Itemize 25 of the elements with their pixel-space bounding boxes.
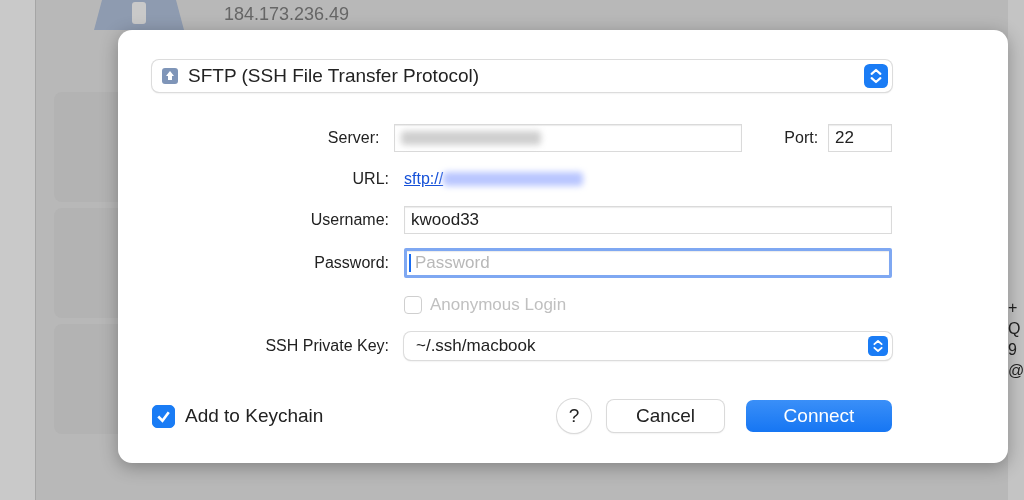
port-label: Port: (783, 129, 820, 147)
username-field[interactable]: kwood33 (404, 206, 892, 234)
username-label: Username: (309, 211, 390, 229)
password-field[interactable]: Password (404, 248, 892, 278)
host-address: 184.173.236.49 (224, 4, 350, 25)
ssh-key-popup[interactable]: ~/.ssh/macbook (404, 332, 892, 360)
text-fragment: Q (1008, 319, 1022, 339)
url-label: URL: (351, 170, 390, 188)
url-link[interactable]: sftp:// (404, 170, 444, 188)
text-cursor (409, 254, 411, 272)
stepper-icon (864, 64, 888, 88)
text-fragment: + (1008, 298, 1019, 318)
cancel-button[interactable]: Cancel (607, 400, 724, 432)
add-to-keychain-checkbox[interactable]: Add to Keychain (152, 404, 324, 428)
help-button[interactable]: ? (557, 399, 591, 433)
stepper-icon (868, 336, 888, 356)
connect-button[interactable]: Connect (746, 400, 892, 432)
text-fragment: @ (1008, 361, 1024, 381)
server-label: Server: (326, 129, 381, 147)
password-label: Password: (313, 254, 390, 272)
server-field[interactable] (394, 124, 743, 152)
ssh-key-label: SSH Private Key: (264, 337, 390, 355)
text-fragment: 9 (1008, 340, 1018, 360)
protocol-popup[interactable]: SFTP (SSH File Transfer Protocol) (152, 60, 892, 92)
port-field[interactable]: 22 (828, 124, 892, 152)
